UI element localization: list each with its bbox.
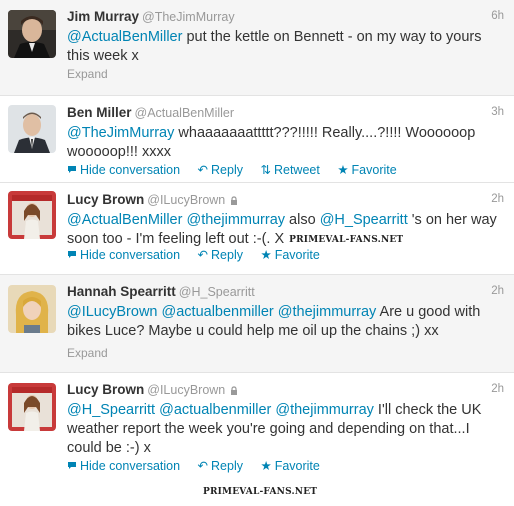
hide-conversation-label: Hide conversation bbox=[80, 163, 181, 177]
mention-link[interactable]: @actualbenmiller bbox=[159, 402, 271, 418]
reply-icon: ↶ bbox=[197, 459, 209, 473]
mention-link[interactable]: @thejimmurray bbox=[187, 212, 286, 228]
reply-icon: ↶ bbox=[197, 163, 209, 177]
hide-conversation-button[interactable]: Hide conversation bbox=[67, 248, 180, 262]
tweet-header: Hannah Spearritt @H_Spearritt 2h bbox=[67, 284, 504, 302]
mention-link[interactable]: @ActualBenMiller bbox=[67, 29, 182, 45]
author-name[interactable]: Ben Miller bbox=[67, 105, 132, 120]
author-handle[interactable]: @ILucyBrown bbox=[147, 383, 225, 397]
watermark: PRIMEVAL-FANS.NET bbox=[289, 235, 404, 245]
lock-icon bbox=[231, 195, 238, 205]
hide-conversation-button[interactable]: Hide conversation bbox=[67, 459, 180, 473]
tweet-actions: Hide conversation ↶ Reply ★ Favorite bbox=[67, 247, 334, 262]
tweet-text: @ILucyBrown @actualbenmiller @thejimmurr… bbox=[67, 303, 507, 341]
avatar[interactable] bbox=[8, 383, 56, 431]
author-name[interactable]: Jim Murray bbox=[67, 9, 139, 24]
favorite-label: Favorite bbox=[274, 459, 320, 473]
avatar[interactable] bbox=[8, 10, 56, 58]
tweet-header: Lucy Brown @ILucyBrown 2h bbox=[67, 382, 504, 400]
reply-label: Reply bbox=[211, 459, 243, 473]
avatar[interactable] bbox=[8, 105, 56, 153]
mention-link[interactable]: @thejimmurray bbox=[278, 304, 377, 320]
reply-button[interactable]: ↶ Reply bbox=[198, 458, 243, 473]
favorite-button[interactable]: ★ Favorite bbox=[260, 247, 319, 262]
author-name[interactable]: Hannah Spearritt bbox=[67, 284, 176, 299]
tweet-text: @TheJimMurray whaaaaaaattttt???!!!!! Rea… bbox=[67, 124, 507, 162]
favorite-label: Favorite bbox=[351, 163, 397, 177]
reply-icon: ↶ bbox=[197, 248, 209, 262]
timestamp[interactable]: 2h bbox=[491, 193, 504, 205]
author-handle[interactable]: @H_Spearritt bbox=[179, 285, 255, 299]
mention-link[interactable]: @H_Spearritt bbox=[67, 402, 155, 418]
tweet-header: Ben Miller @ActualBenMiller 3h bbox=[67, 105, 504, 123]
tweet-item[interactable]: Lucy Brown @ILucyBrown 2h @H_Spearritt @a… bbox=[0, 373, 514, 481]
hide-conversation-icon bbox=[68, 166, 76, 173]
favorite-button[interactable]: ★ Favorite bbox=[337, 162, 396, 177]
hide-conversation-label: Hide conversation bbox=[80, 459, 181, 473]
expand-link[interactable]: Expand bbox=[67, 346, 108, 360]
favorite-icon: ★ bbox=[260, 459, 272, 473]
mention-link[interactable]: @ILucyBrown bbox=[67, 304, 157, 320]
author-handle[interactable]: @ILucyBrown bbox=[147, 193, 225, 207]
tweet-text-segment: also bbox=[285, 212, 320, 228]
tweet-item[interactable]: Jim Murray @TheJimMurray 6h @ActualBenMil… bbox=[0, 0, 514, 96]
author-name[interactable]: Lucy Brown bbox=[67, 192, 144, 207]
mention-link[interactable]: @thejimmurray bbox=[275, 402, 374, 418]
author-name[interactable]: Lucy Brown bbox=[67, 382, 144, 397]
hide-conversation-label: Hide conversation bbox=[80, 248, 181, 262]
hide-conversation-icon bbox=[68, 251, 76, 258]
author-handle[interactable]: @TheJimMurray bbox=[142, 10, 235, 24]
author-handle[interactable]: @ActualBenMiller bbox=[135, 106, 235, 120]
hide-conversation-icon bbox=[68, 462, 76, 469]
hide-conversation-button[interactable]: Hide conversation bbox=[67, 163, 180, 177]
watermark: PRIMEVAL-FANS.NET bbox=[203, 487, 318, 497]
tweet-item[interactable]: Hannah Spearritt @H_Spearritt 2h @ILucyBr… bbox=[0, 275, 514, 373]
reply-label: Reply bbox=[211, 163, 243, 177]
favorite-button[interactable]: ★ Favorite bbox=[260, 458, 319, 473]
reply-label: Reply bbox=[211, 248, 243, 262]
retweet-icon: ⇅ bbox=[260, 163, 271, 177]
timestamp[interactable]: 2h bbox=[491, 383, 504, 395]
timestamp[interactable]: 6h bbox=[491, 10, 504, 22]
reply-button[interactable]: ↶ Reply bbox=[198, 162, 243, 177]
avatar[interactable] bbox=[8, 285, 56, 333]
tweet-header: Jim Murray @TheJimMurray 6h bbox=[67, 9, 504, 27]
avatar[interactable] bbox=[8, 191, 56, 239]
tweet-item[interactable]: Ben Miller @ActualBenMiller 3h @TheJimMur… bbox=[0, 96, 514, 183]
tweet-actions: Hide conversation ↶ Reply ⇅ Retweet ★ Favor… bbox=[67, 162, 411, 177]
tweet-text: @ActualBenMiller @thejimmurray also @H_S… bbox=[67, 211, 507, 250]
favorite-icon: ★ bbox=[260, 248, 272, 262]
retweet-label: Retweet bbox=[273, 163, 320, 177]
mention-link[interactable]: @ActualBenMiller bbox=[67, 212, 182, 228]
tweet-feed: Jim Murray @TheJimMurray 6h @ActualBenMil… bbox=[0, 0, 514, 506]
retweet-button[interactable]: ⇅ Retweet bbox=[260, 162, 319, 177]
lock-icon bbox=[231, 385, 238, 395]
reply-button[interactable]: ↶ Reply bbox=[198, 247, 243, 262]
mention-link[interactable]: @H_Spearritt bbox=[320, 212, 408, 228]
tweet-header: Lucy Brown @ILucyBrown 2h bbox=[67, 192, 504, 210]
tweet-text: @ActualBenMiller put the kettle on Benne… bbox=[67, 28, 507, 66]
timestamp[interactable]: 2h bbox=[491, 285, 504, 297]
tweet-text: @H_Spearritt @actualbenmiller @thejimmur… bbox=[67, 401, 507, 458]
mention-link[interactable]: @TheJimMurray bbox=[67, 125, 174, 141]
tweet-actions: Hide conversation ↶ Reply ★ Favorite bbox=[67, 458, 334, 473]
favorite-icon: ★ bbox=[337, 163, 349, 177]
mention-link[interactable]: @actualbenmiller bbox=[162, 304, 274, 320]
timestamp[interactable]: 3h bbox=[491, 106, 504, 118]
favorite-label: Favorite bbox=[274, 248, 320, 262]
tweet-item[interactable]: Lucy Brown @ILucyBrown 2h @ActualBenMille… bbox=[0, 183, 514, 275]
expand-link[interactable]: Expand bbox=[67, 67, 108, 81]
